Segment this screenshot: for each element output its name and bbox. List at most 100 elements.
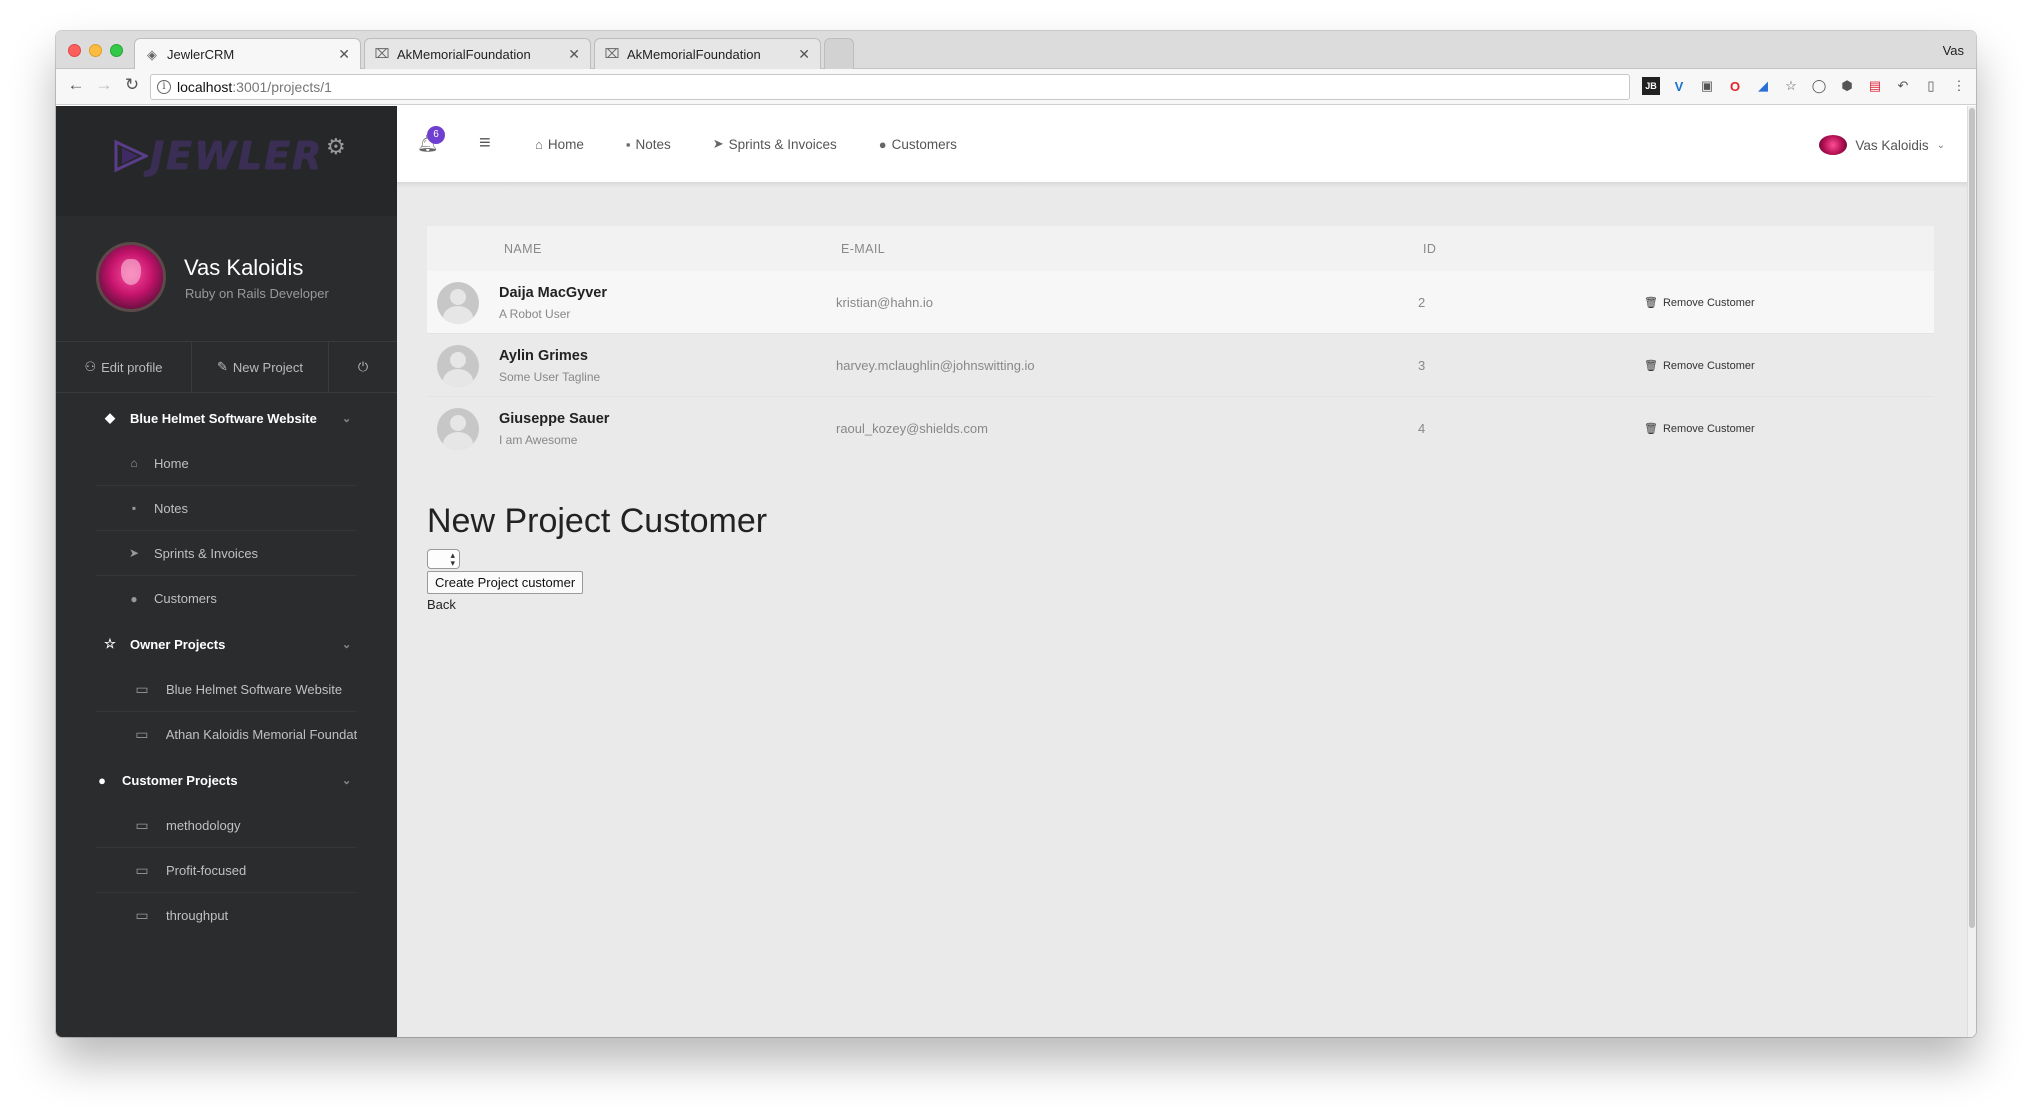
remove-customer-button[interactable]: 🗑︎ Remove Customer [1644, 296, 1755, 310]
minimize-window-button[interactable] [89, 44, 102, 57]
notes-icon: ▪ [131, 501, 137, 515]
avatar [437, 408, 479, 450]
home-icon: ⌂ [535, 136, 543, 152]
new-project-button[interactable]: ✎ New Project [192, 342, 329, 392]
opera-extension-icon[interactable]: O [1726, 77, 1744, 95]
profile-avatar[interactable] [96, 242, 166, 312]
browser-tab-jewlercrm[interactable]: ◈ JewlerCRM ✕ [134, 38, 361, 70]
sidebar-item-project-blue-helmet[interactable]: ▭ Blue Helmet Software Website [96, 667, 357, 712]
navbar-shadow [397, 182, 1967, 188]
sidebar-group-owner-projects[interactable]: ☆ Owner Projects ⌄ [56, 621, 397, 667]
new-project-label: New Project [232, 359, 303, 375]
customer-select[interactable]: ▴ ▾ [427, 549, 460, 569]
customers-table: NAME E-MAIL ID Daija MacGyver A Robot Us… [427, 226, 1934, 460]
profile-actions: ⚇ Edit profile ✎ New Project ⏻ [56, 341, 397, 393]
monitor-icon: ▭ [135, 726, 149, 742]
table-row: Daija MacGyver A Robot User kristian@hah… [427, 271, 1934, 334]
back-link[interactable]: Back [427, 597, 767, 612]
table-header: NAME E-MAIL ID [427, 226, 1934, 271]
pocket-extension-icon[interactable]: ▣ [1698, 77, 1716, 95]
sidebar-item-project-throughput[interactable]: ▭ throughput [96, 893, 357, 938]
topnav-label: Home [547, 136, 584, 152]
circle-extension-icon[interactable]: ◯ [1810, 77, 1828, 95]
reload-icon[interactable]: ↻ [120, 75, 144, 95]
notification-badge[interactable]: 6 [427, 126, 445, 144]
square-extension-icon[interactable]: ▯ [1922, 77, 1940, 95]
page-scrollbar[interactable] [1967, 106, 1976, 1037]
logout-button[interactable]: ⏻ [329, 342, 397, 392]
vue-extension-icon[interactable]: V [1670, 77, 1688, 95]
topnav-notes[interactable]: ▪ Notes [626, 137, 671, 152]
browser-tab-akmemorial-1[interactable]: ⌧ AkMemorialFoundation ✕ [364, 38, 591, 69]
foundation-favicon-icon: ⌧ [374, 46, 390, 61]
topnav-sprints-invoices[interactable]: ➤ Sprints & Invoices [713, 136, 837, 152]
remove-customer-label: Remove Customer [1662, 359, 1755, 372]
sidebar-item-project-methodology[interactable]: ▭ methodology [96, 803, 357, 848]
close-window-button[interactable] [68, 44, 81, 57]
forward-arrow-icon[interactable]: → [92, 75, 116, 95]
puzzle-extension-icon[interactable]: ⬢ [1838, 77, 1856, 95]
close-tab-icon[interactable]: ✕ [568, 46, 580, 63]
remove-customer-label: Remove Customer [1662, 422, 1755, 435]
scrollbar-thumb[interactable] [1969, 108, 1975, 928]
browser-toolbar: ← → ↻ i localhost :3001/projects/1 JB V … [56, 69, 1976, 105]
jetbrains-extension-icon[interactable]: JB [1642, 77, 1660, 95]
calendar-extension-icon[interactable]: ▤ [1866, 77, 1884, 95]
browser-window: ◈ JewlerCRM ✕ ⌧ AkMemorialFoundation ✕ ⌧… [56, 31, 1976, 1037]
column-header-name: NAME [504, 241, 542, 256]
table-row: Aylin Grimes Some User Tagline harvey.mc… [427, 334, 1934, 397]
topnav-customers[interactable]: ● Customers [879, 137, 957, 152]
info-icon[interactable]: i [157, 80, 171, 94]
topnav-label: Customers [891, 136, 957, 152]
chevron-down-icon[interactable]: ⌄ [342, 412, 351, 425]
user-icon: ● [130, 591, 138, 606]
megaphone-extension-icon[interactable]: ◢ [1754, 77, 1772, 95]
gear-icon[interactable]: ⚙ [326, 134, 346, 160]
sidebar-item-home[interactable]: ⌂ Home [96, 441, 357, 486]
topnav-label: Sprints & Invoices [728, 136, 837, 152]
chevron-down-icon[interactable]: ⌄ [342, 774, 351, 787]
topnav-label: Notes [635, 136, 671, 152]
foundation-favicon-icon: ⌧ [604, 46, 620, 61]
topnav-home[interactable]: ⌂ Home [535, 137, 584, 152]
chevron-down-icon: ⌄ [1936, 139, 1945, 151]
hamburger-menu-icon[interactable]: ≡ [479, 132, 491, 155]
reply-extension-icon[interactable]: ↶ [1894, 77, 1912, 95]
browser-titlebar: ◈ JewlerCRM ✕ ⌧ AkMemorialFoundation ✕ ⌧… [56, 31, 1976, 70]
address-bar[interactable]: i localhost :3001/projects/1 [150, 74, 1630, 100]
trash-icon: 🗑︎ [1644, 423, 1658, 435]
sidebar-item-project-profit-focused[interactable]: ▭ Profit-focused [96, 848, 357, 893]
menu-dots-icon[interactable]: ⋮ [1950, 77, 1968, 95]
chevron-down-icon[interactable]: ⌄ [342, 638, 351, 651]
maximize-window-button[interactable] [110, 44, 123, 57]
sidebar-item-project-athan[interactable]: ▭ Athan Kaloidis Memorial Foundati [96, 712, 357, 757]
sidebar-group-blue-helmet[interactable]: ◆ Blue Helmet Software Website ⌄ [56, 395, 397, 441]
paper-plane-icon: ➤ [128, 546, 140, 560]
user-icon: ● [878, 136, 887, 152]
browser-tab-akmemorial-2[interactable]: ⌧ AkMemorialFoundation ✕ [594, 38, 821, 69]
gem-logo-icon [114, 139, 148, 173]
bookmark-star-icon[interactable]: ☆ [1782, 77, 1800, 95]
sidebar-item-customers[interactable]: ● Customers [96, 576, 357, 621]
jewler-logo[interactable]: JEWLER [114, 134, 323, 178]
column-header-id: ID [1423, 241, 1437, 256]
sidebar-group-customer-projects[interactable]: ● Customer Projects ⌄ [56, 757, 397, 803]
avatar [437, 345, 479, 387]
close-tab-icon[interactable]: ✕ [338, 46, 350, 63]
create-project-customer-button[interactable]: Create Project customer [427, 571, 584, 594]
back-arrow-icon[interactable]: ← [64, 75, 88, 95]
close-tab-icon[interactable]: ✕ [798, 46, 810, 63]
new-tab-button[interactable] [824, 38, 854, 69]
remove-customer-label: Remove Customer [1662, 296, 1755, 309]
customer-name: Giuseppe Sauer [499, 411, 610, 427]
edit-icon: ✎ [217, 359, 228, 374]
remove-customer-button[interactable]: 🗑︎ Remove Customer [1644, 359, 1755, 373]
sidebar-item-notes[interactable]: ▪ Notes [96, 486, 357, 531]
browser-profile-name[interactable]: Vas [1943, 43, 1964, 58]
sidebar-item-label: Profit-focused [166, 862, 247, 878]
sidebar-item-sprints-invoices[interactable]: ➤ Sprints & Invoices [96, 531, 357, 576]
remove-customer-button[interactable]: 🗑︎ Remove Customer [1644, 422, 1755, 436]
edit-profile-button[interactable]: ⚇ Edit profile [56, 342, 192, 392]
url-path: :3001/projects/1 [232, 79, 332, 95]
user-menu[interactable]: Vas Kaloidis ⌄ [1819, 135, 1945, 155]
